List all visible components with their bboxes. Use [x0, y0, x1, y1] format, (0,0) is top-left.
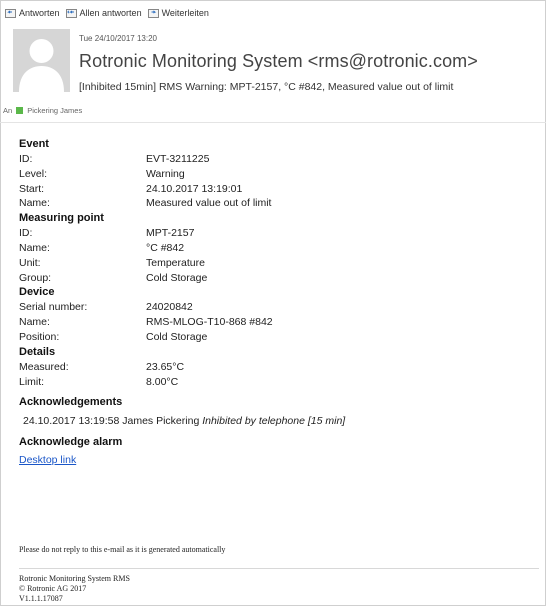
- field-label: Position:: [19, 330, 60, 343]
- field-label: Limit:: [19, 375, 45, 388]
- reply-button[interactable]: Antworten: [5, 8, 60, 18]
- field-label: Group:: [19, 271, 52, 284]
- desktop-link[interactable]: Desktop link: [19, 453, 76, 468]
- section-title: Device: [19, 286, 55, 299]
- field-value: RMS-MLOG-T10-868 #842: [146, 316, 273, 329]
- field-value: 23.65°C: [146, 360, 185, 373]
- field-value: Cold Storage: [146, 271, 208, 284]
- reply-all-icon: [65, 8, 77, 18]
- kv-row: Position: Cold Storage: [19, 330, 539, 345]
- field-value: EVT-3211225: [146, 153, 210, 165]
- acknowledge-alarm-title: Acknowledge alarm: [19, 436, 123, 449]
- email-body: Event ID: EVT-3211225 Level: Warning Start…: [19, 137, 539, 468]
- section-title: Event: [19, 138, 49, 150]
- field-label: ID:: [19, 227, 33, 240]
- reply-icon: [5, 8, 16, 18]
- field-label: Serial number:: [19, 301, 88, 314]
- recipient-name[interactable]: Pickering James: [27, 106, 82, 115]
- field-value: MPT-2157: [146, 227, 195, 240]
- footer-line: V1.1.1.17087: [19, 594, 63, 603]
- footer-line: Rotronic Monitoring System RMS: [19, 574, 130, 583]
- section-title: Details: [19, 345, 56, 358]
- field-label: Name:: [19, 241, 50, 254]
- section-title: Measuring point: [19, 212, 104, 225]
- kv-row: ID: MPT-2157: [19, 226, 539, 241]
- email-footer: Rotronic Monitoring System RMS © Rotroni…: [19, 574, 130, 604]
- kv-row: Name: RMS-MLOG-T10-868 #842: [19, 315, 539, 330]
- field-value: 24020842: [146, 301, 193, 314]
- acknowledgement-entry: 24.10.2017 13:19:58 James Pickering Inhi…: [19, 414, 539, 429]
- presence-indicator: [16, 107, 24, 114]
- email-subject: [Inhibited 15min] RMS Warning: MPT-2157,…: [79, 81, 454, 93]
- sender-avatar: [13, 29, 70, 92]
- to-label: An: [3, 106, 13, 115]
- no-reply-note: Please do not reply to this e-mail as it…: [19, 545, 226, 554]
- device-section: Device Serial number: 24020842 Name: RMS-M…: [19, 285, 539, 344]
- header-divider: [0, 122, 546, 123]
- measuring-point-section: Measuring point ID: MPT-2157 Name: °C #842…: [19, 211, 539, 285]
- footer-line: © Rotronic AG 2017: [19, 584, 87, 593]
- acknowledgements-title: Acknowledgements: [19, 396, 123, 409]
- forward-button[interactable]: Weiterleiten: [147, 8, 209, 18]
- reply-toolbar: Antworten Allen antworten Weiterleiten: [5, 5, 209, 21]
- event-section: Event ID: EVT-3211225 Level: Warning Start…: [19, 137, 539, 211]
- field-value: Cold Storage: [146, 330, 208, 343]
- kv-row: Level: Warning: [19, 167, 539, 182]
- field-value: 24.10.2017 13:19:01: [146, 182, 243, 195]
- field-label: Name:: [19, 197, 50, 210]
- ack-note: Inhibited by telephone [15 min]: [202, 415, 346, 428]
- sender-name[interactable]: Rotronic Monitoring System <rms@rotronic…: [79, 51, 478, 72]
- field-value: Measured value out of limit: [146, 197, 272, 210]
- field-label: Measured:: [19, 360, 69, 373]
- details-section: Details Measured: 23.65°C Limit: 8.00°C: [19, 345, 539, 390]
- field-label: Unit:: [19, 256, 41, 269]
- kv-row: Unit: Temperature: [19, 256, 539, 271]
- forward-label: Weiterleiten: [161, 8, 209, 18]
- kv-row: ID: EVT-3211225: [19, 152, 539, 167]
- person-icon: [13, 29, 70, 92]
- field-label: Name:: [19, 316, 50, 329]
- ack-text: 24.10.2017 13:19:58 James Pickering: [23, 415, 203, 428]
- kv-row: Start: 24.10.2017 13:19:01: [19, 182, 539, 197]
- kv-row: Measured: 23.65°C: [19, 360, 539, 375]
- field-label: Start:: [19, 182, 45, 195]
- received-date: Tue 24/10/2017 13:20: [79, 34, 157, 43]
- field-value: Temperature: [146, 256, 205, 269]
- reply-all-button[interactable]: Allen antworten: [65, 8, 142, 18]
- reply-all-label: Allen antworten: [79, 8, 142, 18]
- forward-icon: [147, 8, 159, 18]
- field-value: 8.00°C: [146, 375, 179, 388]
- field-value: °C #842: [146, 241, 185, 254]
- field-label: ID:: [19, 153, 33, 165]
- kv-row: Serial number: 24020842: [19, 300, 539, 315]
- kv-row: Limit: 8.00°C: [19, 375, 539, 390]
- kv-row: Name: Measured value out of limit: [19, 196, 539, 211]
- reply-label: Antworten: [19, 8, 60, 18]
- kv-row: Name: °C #842: [19, 241, 539, 256]
- footer-divider: [19, 568, 539, 569]
- kv-row: Group: Cold Storage: [19, 271, 539, 286]
- recipient-row: An Pickering James: [3, 106, 82, 115]
- field-value: Warning: [146, 167, 185, 180]
- field-label: Level:: [19, 167, 48, 180]
